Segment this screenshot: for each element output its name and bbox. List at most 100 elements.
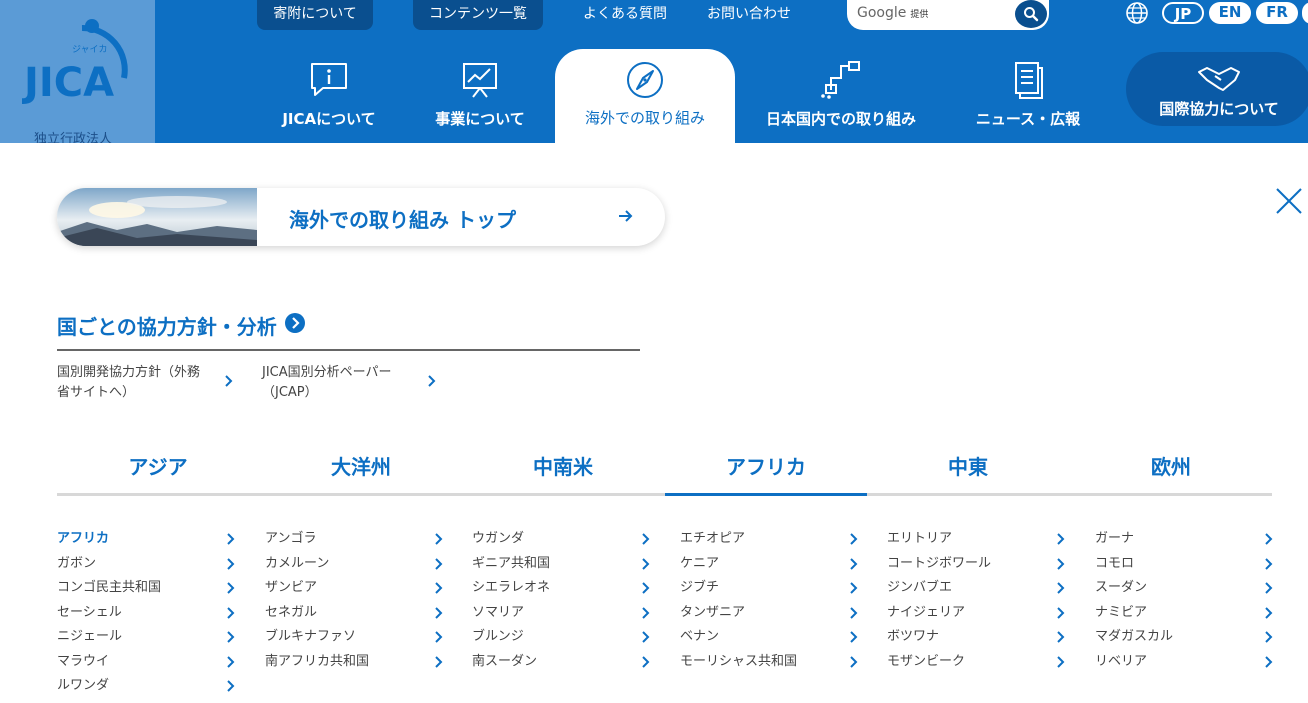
chevron-right-icon <box>1265 606 1273 619</box>
search-input[interactable]: Google 提供 <box>847 0 1049 30</box>
country-link[interactable]: ブルキナファソ <box>265 625 443 649</box>
country-link[interactable]: タンザニア <box>680 601 858 625</box>
country-link[interactable]: アフリカ <box>57 527 235 551</box>
country-link[interactable]: ニジェール <box>57 625 235 649</box>
country-link[interactable]: カメルーン <box>265 552 443 576</box>
country-link[interactable]: ブルンジ <box>472 625 650 649</box>
country-link[interactable]: 南スーダン <box>472 650 650 674</box>
nav-overseas[interactable]: 海外での取り組み <box>555 49 735 143</box>
chevron-right-icon <box>1265 631 1273 643</box>
chevron-right-icon <box>642 631 650 643</box>
nav-about-jica[interactable]: JICAについて <box>262 50 396 143</box>
country-link[interactable]: ルワンダ <box>57 674 235 698</box>
country-link[interactable]: ボツワナ <box>887 625 1065 649</box>
nav-international-cooperation[interactable]: 国際協力について <box>1126 52 1308 126</box>
tab-asia[interactable]: アジア <box>57 446 259 493</box>
country-name: ソマリア <box>472 604 525 620</box>
country-link[interactable]: ザンビア <box>265 576 443 600</box>
country-name: モザンビーク <box>887 653 966 669</box>
country-link[interactable]: モザンビーク <box>887 650 1065 674</box>
country-link[interactable]: セーシェル <box>57 601 235 625</box>
donation-link[interactable]: 寄附について <box>257 0 373 30</box>
contact-link[interactable]: お問い合わせ <box>700 0 798 30</box>
presentation-icon <box>463 63 497 98</box>
policy-link-mofa[interactable]: 国別開発協力方針（外務 省サイトへ） <box>57 363 237 403</box>
faq-link[interactable]: よくある質問 <box>575 0 675 30</box>
close-icon[interactable] <box>1274 186 1304 216</box>
chevron-right-icon <box>1265 582 1273 594</box>
country-link[interactable]: コートジボワール <box>887 552 1065 576</box>
chevron-right-icon <box>642 557 650 570</box>
tab-latin-america[interactable]: 中南米 <box>462 446 664 493</box>
country-link[interactable]: ナイジェリア <box>887 601 1065 625</box>
country-link[interactable]: アンゴラ <box>265 527 443 551</box>
country-name: ジブチ <box>680 580 720 595</box>
chevron-right-icon <box>642 533 650 545</box>
country-link[interactable]: ナミビア <box>1095 601 1273 625</box>
country-link[interactable]: コンゴ民主共和国 <box>57 576 235 600</box>
country-link[interactable]: コモロ <box>1095 552 1273 576</box>
country-link[interactable]: エチオピア <box>680 527 858 551</box>
lang-fr[interactable]: FR <box>1256 2 1298 24</box>
country-name: エチオピア <box>680 531 746 546</box>
country-name: ケニア <box>680 555 720 571</box>
country-name: セーシェル <box>57 604 122 620</box>
chevron-right-icon <box>435 582 443 594</box>
country-name: ベナン <box>680 629 720 644</box>
tab-middle-east[interactable]: 中東 <box>867 446 1069 493</box>
country-link[interactable]: ソマリア <box>472 601 650 625</box>
country-link[interactable]: ケニア <box>680 552 858 576</box>
tab-europe[interactable]: 欧州 <box>1070 446 1272 493</box>
country-name: 南アフリカ共和国 <box>265 653 370 669</box>
search-provider: Google <box>857 5 907 21</box>
country-name: アンゴラ <box>265 531 317 546</box>
chevron-right-icon <box>227 557 235 570</box>
chevron-right-icon <box>642 606 650 619</box>
country-link[interactable]: マダガスカル <box>1095 625 1273 649</box>
search-provider-suffix: 提供 <box>910 10 929 20</box>
tab-oceania[interactable]: 大洋州 <box>260 446 462 493</box>
lang-en[interactable]: EN <box>1209 2 1251 24</box>
chevron-right-icon <box>1265 655 1273 668</box>
country-link[interactable]: ギニア共和国 <box>472 552 650 576</box>
nav-news[interactable]: ニュース・広報 <box>962 50 1094 143</box>
nav-domestic[interactable]: 日本国内での取り組み <box>757 50 925 143</box>
country-name: ジンバブエ <box>887 580 953 595</box>
contents-list-link[interactable]: コンテンツ一覧 <box>413 0 543 30</box>
country-link[interactable]: ガーナ <box>1095 527 1273 551</box>
country-link[interactable]: リベリア <box>1095 650 1273 674</box>
policy-link-jcap[interactable]: JICA国別分析ペーパー （JCAP） <box>262 363 442 403</box>
country-link[interactable]: マラウイ <box>57 650 235 674</box>
region-tabs: アジア 大洋州 中南米 アフリカ 中東 欧州 <box>57 446 1272 496</box>
country-link[interactable]: ジブチ <box>680 576 858 600</box>
country-policy-heading[interactable]: 国ごとの協力方針・分析 <box>57 311 305 340</box>
country-link[interactable]: モーリシャス共和国 <box>680 650 858 674</box>
chevron-right-icon <box>850 533 858 545</box>
lang-jp[interactable]: JP <box>1162 2 1204 24</box>
country-link[interactable]: セネガル <box>265 601 443 625</box>
search-button[interactable] <box>1015 0 1047 28</box>
country-link[interactable]: ウガンダ <box>472 527 650 551</box>
country-link[interactable]: エリトリア <box>887 527 1065 551</box>
chevron-right-icon <box>850 557 858 570</box>
chevron-right-icon <box>850 655 858 668</box>
nav-projects[interactable]: 事業について <box>413 50 547 143</box>
chevron-right-icon <box>642 582 650 594</box>
overseas-top-link[interactable]: 海外での取り組み トップ <box>57 188 665 246</box>
country-link[interactable]: ベナン <box>680 625 858 649</box>
tab-africa[interactable]: アフリカ <box>665 446 867 496</box>
country-link[interactable]: シエラレオネ <box>472 576 650 600</box>
country-name: ザンビア <box>265 580 318 595</box>
chevron-right-icon <box>1265 533 1273 545</box>
country-name: マダガスカル <box>1095 629 1174 644</box>
globe-icon[interactable] <box>1125 1 1149 25</box>
chevron-right-icon <box>227 582 235 594</box>
country-link[interactable]: ガボン <box>57 552 235 576</box>
logo-kana: ジャイカ <box>72 44 108 55</box>
country-link[interactable]: ジンバブエ <box>887 576 1065 600</box>
country-name: ナミビア <box>1095 604 1148 620</box>
chevron-right-icon <box>428 375 436 387</box>
country-link[interactable]: スーダン <box>1095 576 1273 600</box>
country-link[interactable]: 南アフリカ共和国 <box>265 650 443 674</box>
lang-more[interactable] <box>1302 2 1308 24</box>
